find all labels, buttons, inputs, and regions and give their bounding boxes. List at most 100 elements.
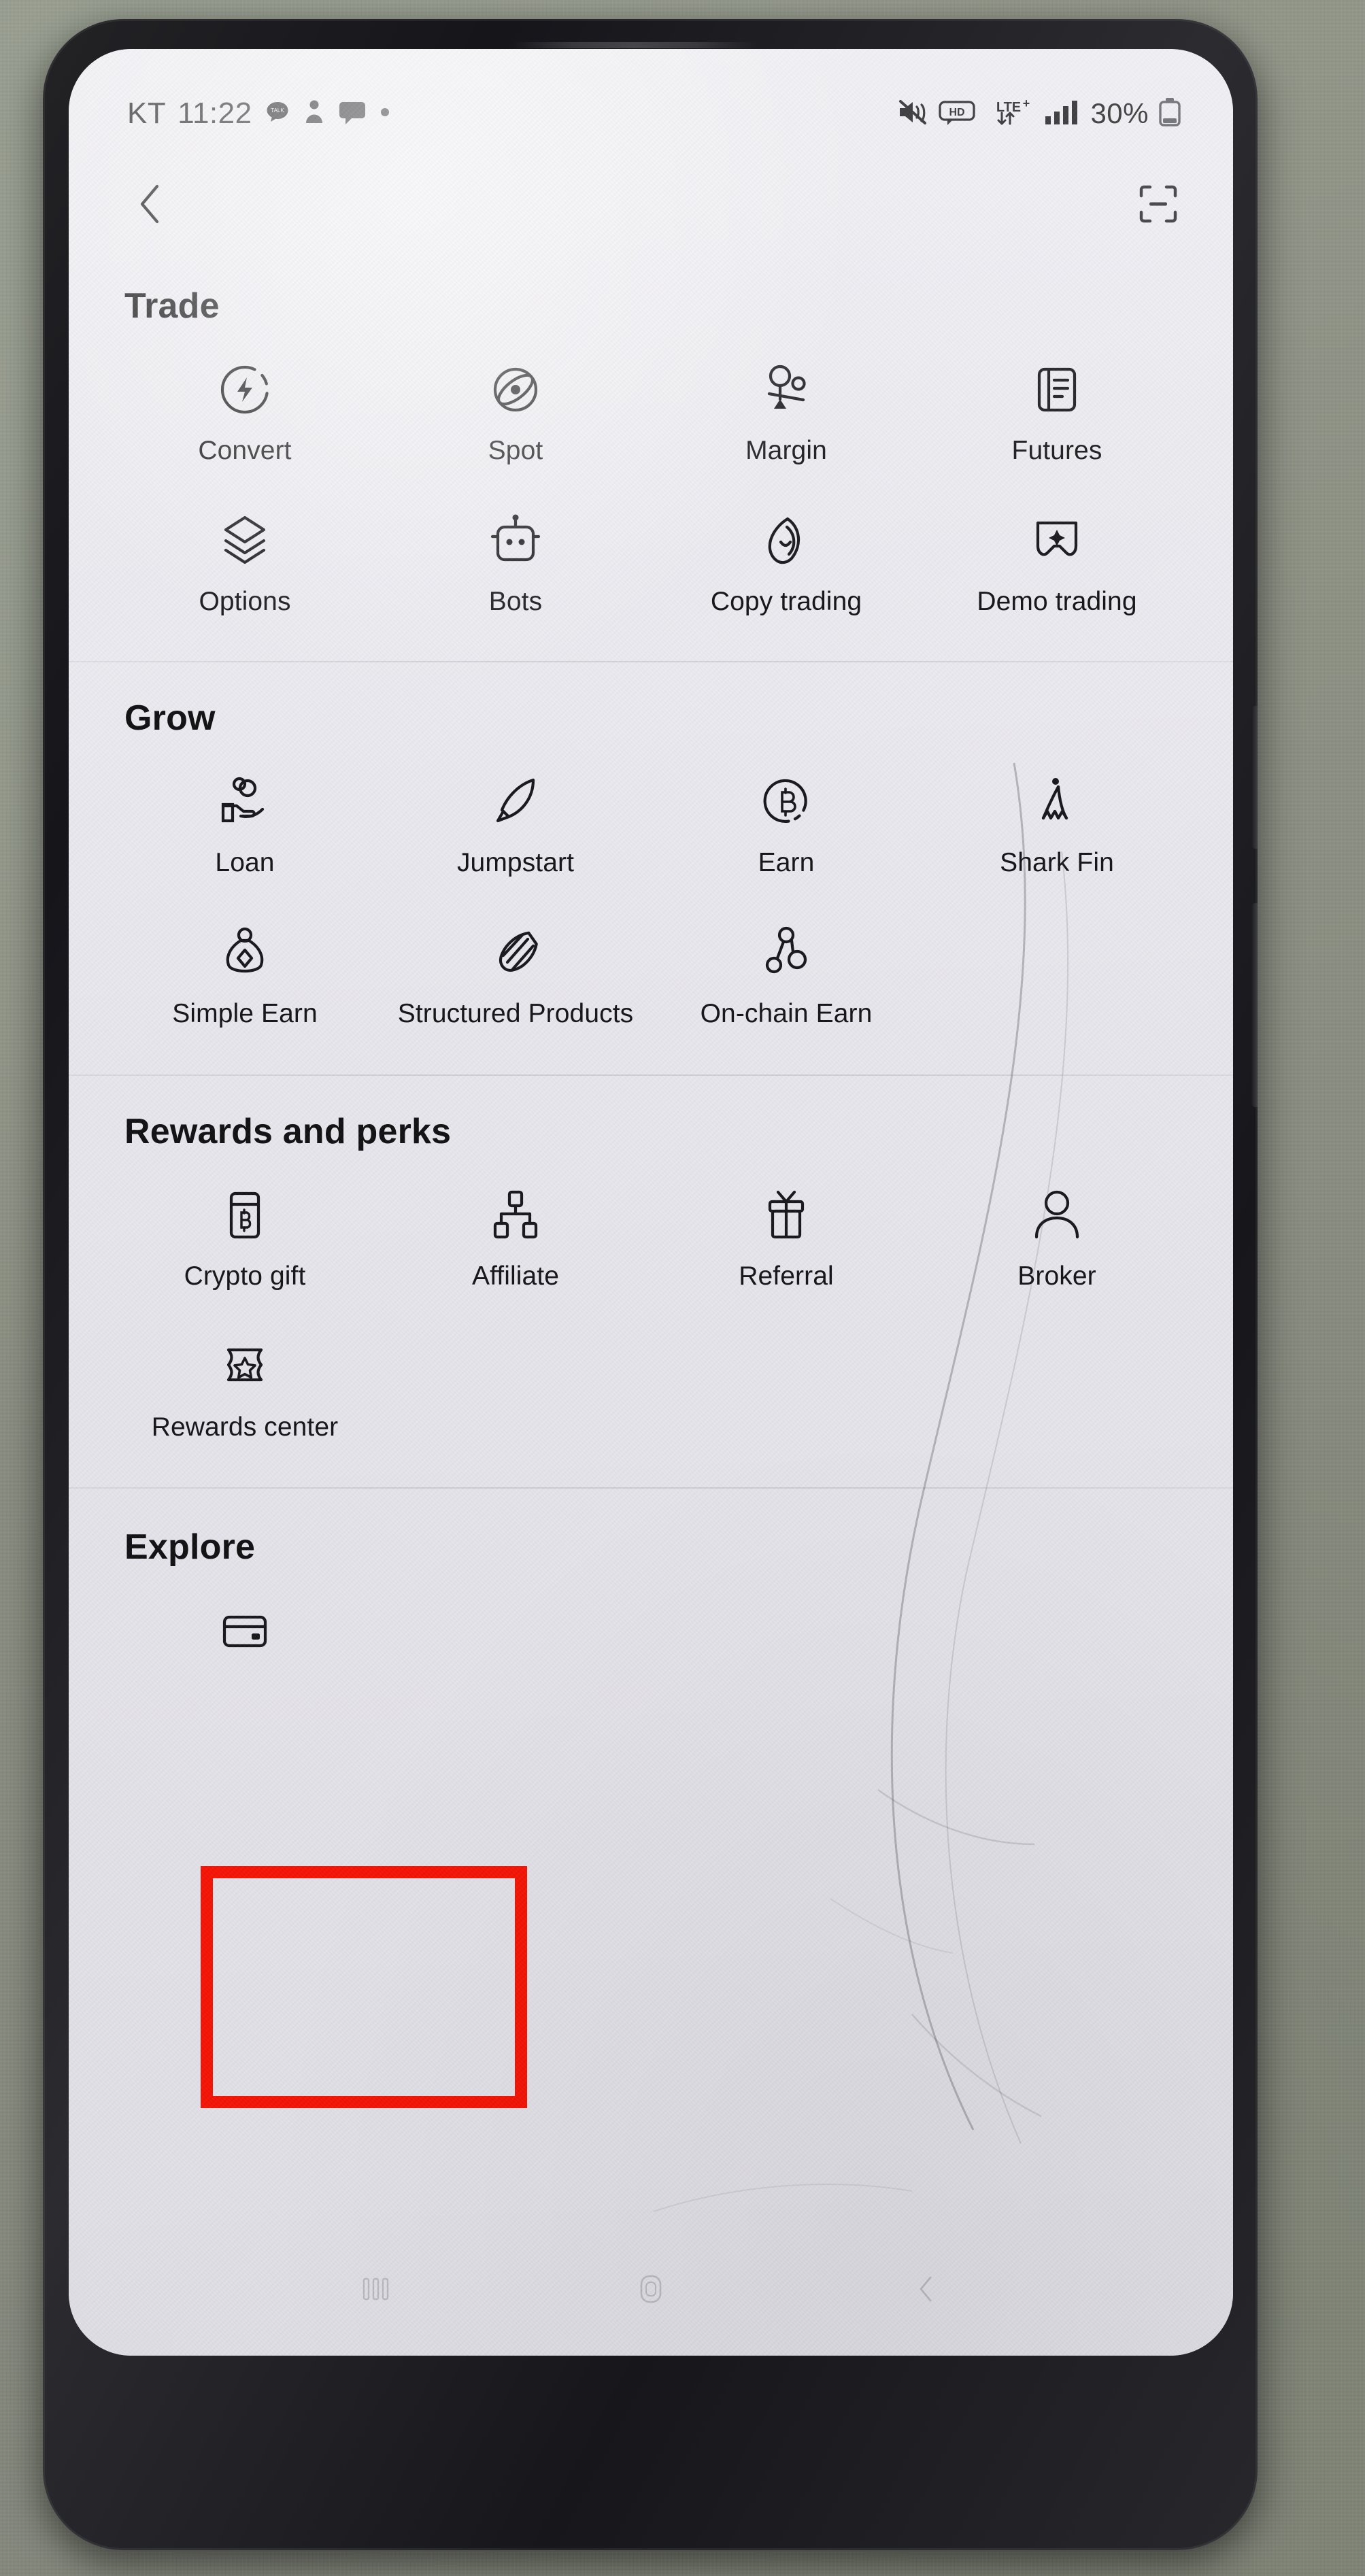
affiliate-icon (486, 1186, 545, 1244)
tile-simple-earn[interactable]: Simple Earn (109, 904, 380, 1043)
tile-label: Copy trading (710, 586, 862, 616)
grid-spacer (380, 1584, 651, 1689)
grid-spacer (922, 904, 1192, 1043)
home-button[interactable] (631, 2269, 671, 2312)
tile-shark-fin[interactable]: Shark Fin (922, 753, 1192, 892)
rewards-grid-row-2: Rewards center (109, 1318, 1192, 1457)
scan-button[interactable] (1134, 181, 1183, 230)
status-bar-right: HD LTE + 30% (897, 97, 1181, 131)
clock-label: 11:22 (178, 97, 252, 130)
tile-label: Crypto gift (184, 1261, 306, 1291)
phone-device: KT 11:22 TALK HD LTE + 30% Trade Convert… (43, 19, 1258, 2550)
bots-icon (486, 511, 545, 570)
grid-spacer (651, 1584, 922, 1689)
recents-button[interactable] (356, 2269, 396, 2312)
futures-icon (1028, 360, 1086, 419)
referral-icon (757, 1186, 815, 1244)
tile-on-chain-earn[interactable]: On-chain Earn (651, 904, 922, 1043)
card-icon (216, 1603, 274, 1661)
grow-grid-row-2: Simple Earn Structured Products On-chain… (109, 904, 1192, 1043)
section-title-trade: Trade (124, 286, 220, 326)
signal-bars-icon (1044, 97, 1081, 131)
section-title-grow: Grow (124, 698, 216, 738)
kakaotalk-icon: TALK (264, 99, 291, 129)
spot-icon (486, 360, 545, 419)
tile-jumpstart[interactable]: Jumpstart (380, 753, 651, 892)
earn-icon (757, 773, 815, 831)
tile-referral[interactable]: Referral (651, 1167, 922, 1306)
options-icon (216, 511, 274, 570)
tile-label: Demo trading (977, 586, 1137, 616)
section-explore: Explore (69, 1489, 1233, 1689)
side-button-volume[interactable] (1251, 903, 1258, 1107)
lte-plus-icon: LTE + (985, 97, 1034, 131)
tile-earn[interactable]: Earn (651, 753, 922, 892)
structured-products-icon (486, 923, 545, 982)
tile-label: Bots (488, 586, 543, 616)
tile-futures[interactable]: Futures (922, 341, 1192, 480)
tile-label: Loan (215, 847, 275, 877)
phone-screen: KT 11:22 TALK HD LTE + 30% Trade Convert… (69, 49, 1233, 2356)
grow-grid-row-1: Loan Jumpstart Earn Shark Fin (109, 753, 1192, 892)
tile-broker[interactable]: Broker (922, 1167, 1192, 1306)
tile-label: Rewards center (151, 1412, 339, 1442)
svg-text:HD: HD (949, 107, 965, 118)
trade-grid-row-1: Convert Spot Margin Futures (109, 341, 1192, 480)
chevron-left-icon (134, 182, 169, 229)
jumpstart-icon (486, 773, 545, 831)
tile-label: Margin (745, 436, 827, 465)
grid-spacer (651, 1318, 922, 1457)
tile-options[interactable]: Options (109, 492, 380, 631)
shark-fin-icon (1028, 773, 1086, 831)
section-rewards-and-perks: Rewards and perks Crypto gift Affiliate … (69, 1076, 1233, 1457)
section-title-rewards-and-perks: Rewards and perks (124, 1111, 452, 1151)
on-chain-earn-icon (757, 923, 815, 982)
app-root: KT 11:22 TALK HD LTE + 30% Trade Convert… (69, 49, 1233, 2356)
svg-text:TALK: TALK (271, 107, 284, 114)
section-trade: Trade Convert Spot Margin Futures Option… (69, 253, 1233, 631)
tile-margin[interactable]: Margin (651, 341, 922, 480)
tile-label: Jumpstart (456, 847, 575, 877)
copy-trading-icon (757, 511, 815, 570)
tile-explore-first[interactable] (109, 1584, 380, 1689)
message-bubble-icon (337, 99, 367, 129)
side-button-power[interactable] (1251, 706, 1258, 849)
grid-spacer (922, 1318, 1192, 1457)
status-bar: KT 11:22 TALK HD LTE + 30% (69, 87, 1233, 140)
tile-demo-trading[interactable]: Demo trading (922, 492, 1192, 631)
battery-percent-label: 30% (1090, 97, 1149, 129)
grid-spacer (922, 1584, 1192, 1689)
tile-spot[interactable]: Spot (380, 341, 651, 480)
tile-label: Broker (1017, 1261, 1096, 1291)
tile-label: Simple Earn (172, 998, 318, 1028)
tile-label: Shark Fin (1000, 847, 1114, 877)
menu-scroll-area[interactable]: Trade Convert Spot Margin Futures Option… (69, 253, 1233, 2356)
rewards-center-icon (216, 1337, 274, 1395)
margin-icon (757, 360, 815, 419)
dot-indicator-icon (379, 99, 391, 129)
tile-label: Structured Products (397, 998, 634, 1028)
tile-loan[interactable]: Loan (109, 753, 380, 892)
carrier-label: KT (127, 97, 167, 130)
tile-label: On-chain Earn (700, 998, 873, 1028)
demo-trading-icon (1028, 511, 1086, 570)
tile-convert[interactable]: Convert (109, 341, 380, 480)
svg-text:+: + (1023, 97, 1030, 110)
tile-structured-products[interactable]: Structured Products (380, 904, 651, 1043)
svg-text:LTE: LTE (996, 100, 1021, 115)
android-nav-bar (69, 2250, 1233, 2331)
battery-icon (1158, 97, 1181, 131)
mute-icon (897, 97, 928, 131)
tile-crypto-gift[interactable]: Crypto gift (109, 1167, 380, 1306)
section-title-explore: Explore (124, 1527, 256, 1567)
tile-copy-trading[interactable]: Copy trading (651, 492, 922, 631)
tile-rewards-center[interactable]: Rewards center (109, 1318, 380, 1457)
tile-bots[interactable]: Bots (380, 492, 651, 631)
tile-affiliate[interactable]: Affiliate (380, 1167, 651, 1306)
back-button[interactable] (127, 181, 176, 230)
tile-label: Futures (1011, 436, 1102, 465)
qr-scan-icon (1136, 182, 1180, 229)
back-nav-button[interactable] (906, 2269, 945, 2312)
grid-spacer (380, 1318, 651, 1457)
tile-label: Spot (488, 436, 543, 465)
